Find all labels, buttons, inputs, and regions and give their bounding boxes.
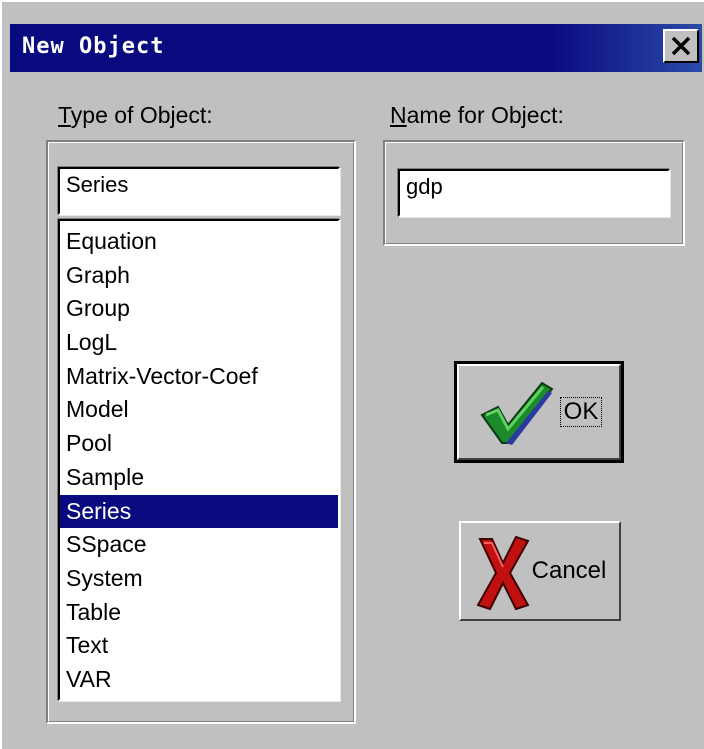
type-combo-value: Series [66,172,129,197]
list-item[interactable]: System [60,562,338,596]
close-button[interactable] [663,29,699,63]
red-x-icon [476,535,530,611]
list-item[interactable]: Group [60,292,338,326]
list-item[interactable]: Equation [60,225,338,259]
ok-button[interactable]: OK [454,361,624,463]
list-item[interactable]: Pool [60,427,338,461]
list-item[interactable]: VAR [60,663,338,697]
list-item[interactable]: LogL [60,326,338,360]
title-bar[interactable]: New Object [10,24,702,72]
list-item[interactable]: SSpace [60,528,338,562]
list-item[interactable]: Sample [60,461,338,495]
new-object-dialog: New Object Type of Object: Series Equati… [0,0,704,749]
cancel-label: Cancel [531,557,607,584]
object-name-input[interactable]: gdp [398,169,670,217]
list-item[interactable]: Model [60,393,338,427]
list-item[interactable]: Table [60,596,338,630]
list-item[interactable]: Text [60,629,338,663]
type-listbox[interactable]: Equation Graph Group LogL Matrix-Vector-Coef… [58,219,340,701]
window-title: New Object [22,34,165,59]
type-combo-input[interactable]: Series [58,167,340,215]
object-name-value: gdp [406,174,443,199]
list-item[interactable]: Matrix-Vector-Coef [60,360,338,394]
cancel-button[interactable]: Cancel [459,521,621,621]
ok-label: OK [559,397,603,427]
name-for-object-label: Name for Object: [390,102,564,128]
type-of-object-label: Type of Object: [58,102,213,128]
list-item[interactable]: Graph [60,259,338,293]
close-icon [671,36,691,56]
list-item[interactable]: Series [60,494,338,529]
checkmark-icon [480,381,554,445]
